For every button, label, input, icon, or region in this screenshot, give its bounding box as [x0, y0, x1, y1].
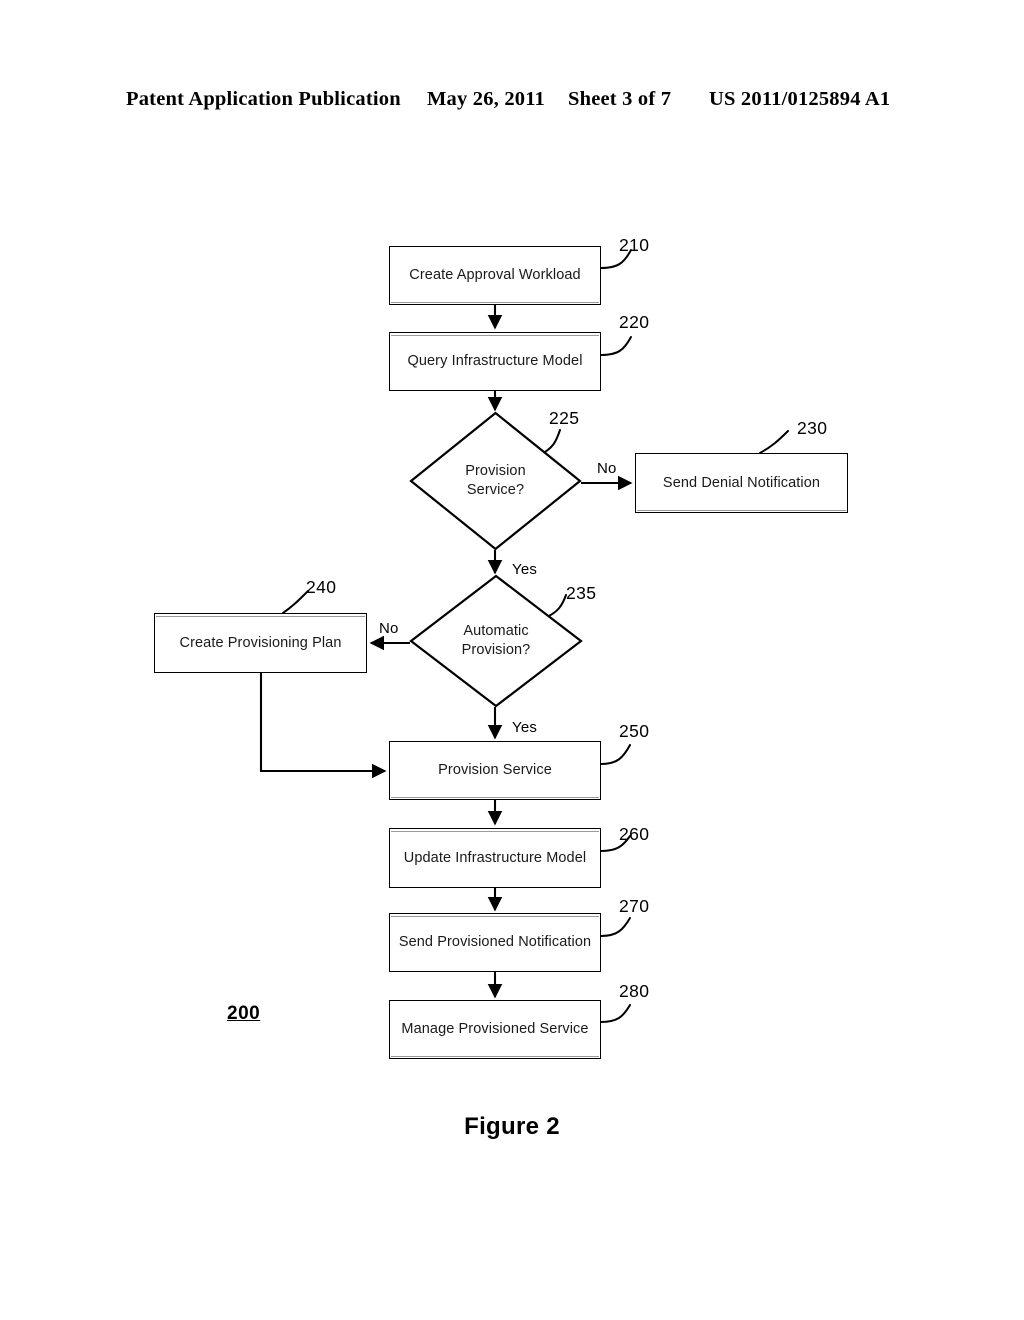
flow-node-label: Create Provisioning Plan	[179, 634, 342, 651]
flow-node-label: Provision Service	[438, 762, 552, 779]
flow-node-create-provisioning-plan[interactable]: Create Provisioning Plan	[154, 613, 367, 673]
header-publication-number: US 2011/0125894 A1	[709, 88, 891, 110]
ref-numeral-260: 260	[619, 824, 650, 844]
flow-node-provision-service[interactable]: Provision Service	[389, 741, 601, 800]
flow-node-update-infrastructure-model[interactable]: Update Infrastructure Model	[389, 828, 601, 888]
flow-node-label: Create Approval Workload	[409, 267, 581, 284]
flow-node-label: Query Infrastructure Model	[407, 353, 583, 370]
flow-node-label-group: Automatic Provision?	[409, 574, 583, 708]
ref-numeral-270: 270	[619, 896, 650, 916]
leader-230	[759, 430, 789, 454]
flow-node-label: Send Denial Notification	[662, 474, 821, 491]
ref-numeral-235: 235	[566, 583, 597, 603]
flow-node-automatic-provision-decision[interactable]: Automatic Provision?	[409, 574, 583, 708]
leader-240	[282, 590, 309, 614]
flow-node-create-approval-workload[interactable]: Create Approval Workload	[389, 246, 601, 305]
flow-node-provision-service-decision[interactable]: Provision Service?	[409, 411, 582, 551]
leader-250	[600, 744, 631, 765]
flow-node-label: Send Provisioned Notification	[398, 934, 592, 951]
flow-node-label-line2: Provision?	[461, 642, 531, 658]
figure-caption: Figure 2	[464, 1113, 560, 1140]
flow-node-label-line1: Automatic	[463, 623, 529, 640]
branch-label-yes-235: Yes	[512, 719, 538, 736]
branch-label-no-225: No	[597, 460, 617, 477]
header-sheet-number: Sheet 3 of 7	[568, 88, 672, 110]
ref-numeral-280: 280	[619, 981, 650, 1001]
flow-node-label-group: Provision Service?	[409, 411, 582, 551]
leader-270	[600, 917, 631, 937]
edge-240-250	[259, 673, 387, 779]
flow-node-send-denial-notification[interactable]: Send Denial Notification	[635, 453, 848, 513]
header-publication-date: May 26, 2011	[427, 88, 545, 110]
flowchart-reference-200: 200	[227, 1003, 261, 1024]
ref-numeral-240: 240	[306, 577, 337, 597]
ref-numeral-210: 210	[619, 235, 650, 255]
patent-figure-page: Patent Application Publication May 26, 2…	[0, 0, 1024, 1320]
flow-node-query-infrastructure-model[interactable]: Query Infrastructure Model	[389, 332, 601, 391]
flow-node-label-line1: Provision	[465, 463, 526, 480]
ref-numeral-230: 230	[797, 418, 828, 438]
flow-node-label: Update Infrastructure Model	[403, 849, 587, 866]
flow-node-label-line2: Service?	[466, 482, 525, 498]
leader-220	[600, 336, 632, 356]
flow-node-label: Manage Provisioned Service	[401, 1021, 589, 1038]
flow-node-manage-provisioned-service[interactable]: Manage Provisioned Service	[389, 1000, 601, 1059]
header-publication-title: Patent Application Publication	[126, 88, 401, 110]
ref-numeral-225: 225	[549, 408, 580, 428]
ref-numeral-250: 250	[619, 721, 650, 741]
leader-280	[600, 1004, 631, 1023]
flow-node-send-provisioned-notification[interactable]: Send Provisioned Notification	[389, 913, 601, 972]
ref-numeral-220: 220	[619, 312, 650, 332]
branch-label-no-235: No	[379, 620, 399, 637]
